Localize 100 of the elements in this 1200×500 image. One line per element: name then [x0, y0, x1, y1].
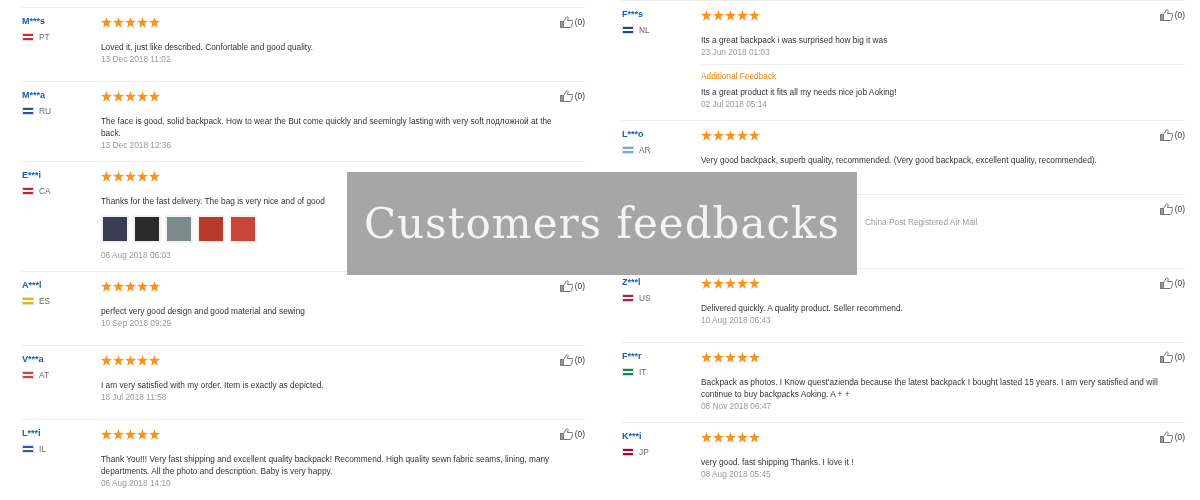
thumbs-up-icon[interactable] — [559, 428, 573, 440]
country-code: AR — [639, 145, 651, 155]
reviewer-name[interactable]: L***i — [22, 428, 101, 442]
reviewer-name[interactable]: L***o — [622, 129, 701, 143]
review-date: 13 Dec 2018 12:36 — [101, 139, 173, 152]
star-icon — [725, 431, 736, 443]
star-icon — [737, 351, 748, 363]
star-icon — [125, 90, 136, 102]
star-icon — [137, 170, 148, 182]
star-icon — [101, 354, 112, 366]
star-icon — [737, 9, 748, 21]
review-date: 13 Dec 2018 11:02 — [101, 53, 172, 66]
reviewer-name[interactable]: E***i — [22, 170, 101, 184]
country-code: IT — [639, 367, 647, 377]
star-icon — [125, 170, 136, 182]
review-date: 23 Jun 2018 01:03 — [701, 46, 771, 59]
star-icon — [749, 129, 760, 141]
star-icon — [713, 9, 724, 21]
additional-feedback-label: Additional Feedback — [701, 70, 778, 83]
star-icon — [737, 431, 748, 443]
like-count: (0) — [574, 17, 585, 27]
star-icon — [101, 16, 112, 28]
reviewer-name[interactable]: F***s — [622, 9, 701, 23]
like-count: (0) — [1174, 352, 1185, 362]
star-icon — [749, 9, 760, 21]
logistics-value: China Post Registered Air Mail — [864, 217, 979, 227]
star-icon — [149, 280, 160, 292]
star-icon — [701, 351, 712, 363]
like-count: (0) — [574, 429, 585, 439]
reviewer-name[interactable]: V***a — [22, 354, 101, 368]
star-icon — [137, 428, 148, 440]
like-count: (0) — [1174, 130, 1185, 140]
country-code: JP — [639, 447, 649, 457]
thumbs-up-icon[interactable] — [1159, 277, 1173, 289]
banner-title: Customers feedbacks — [347, 172, 857, 275]
star-icon — [113, 354, 124, 366]
star-icon — [113, 170, 124, 182]
star-icon — [149, 170, 160, 182]
thumbs-up-icon[interactable] — [559, 354, 573, 366]
star-icon — [149, 428, 160, 440]
thumbs-up-icon[interactable] — [1159, 431, 1173, 443]
star-icon — [713, 431, 724, 443]
reviewer-name[interactable]: F***r — [622, 351, 701, 365]
like-count: (0) — [1174, 10, 1185, 20]
thumbs-up-icon[interactable] — [559, 90, 573, 102]
star-icon — [101, 428, 112, 440]
reviewer-name[interactable]: A***l — [22, 280, 101, 294]
review-text: I am very satisfied with my order. Item is exactly as depicted. — [101, 379, 325, 391]
country-code: RU — [39, 106, 51, 116]
reviewer-name[interactable]: K***i — [622, 431, 701, 445]
like-count: (0) — [574, 281, 585, 291]
review-text: perfect very good design and good material and sewing — [101, 305, 306, 317]
thumbs-up-icon[interactable] — [1159, 203, 1173, 215]
star-icon — [137, 90, 148, 102]
country-code: CA — [39, 186, 51, 196]
star-icon — [749, 277, 760, 289]
review-date: 10 Sep 2018 09:29 — [101, 317, 173, 330]
star-icon — [113, 428, 124, 440]
star-icon — [125, 428, 136, 440]
star-icon — [137, 16, 148, 28]
star-icon — [101, 280, 112, 292]
star-icon — [149, 16, 160, 28]
star-icon — [113, 90, 124, 102]
star-icon — [701, 129, 712, 141]
review-text: Loved it, just like described. Confortable and good quality. — [101, 41, 314, 53]
review-text: The face is good, solid backpack. How to wear the But come quickly and seemingly lasting with very soft подложной at the back. — [101, 115, 553, 139]
review-text: Thanks for the fast delivery. The bag is very nice and of good — [101, 195, 326, 207]
star-icon — [101, 90, 112, 102]
country-code: NL — [639, 25, 650, 35]
photo-placeholder[interactable] — [101, 215, 129, 243]
review-text: very good. fast shipping Thanks. I love it ! — [701, 456, 855, 468]
star-icon — [125, 16, 136, 28]
reviewer-name[interactable]: M***a — [22, 90, 101, 104]
review-date: 08 Nov 2018 06:47 — [701, 400, 773, 413]
photo-placeholder[interactable] — [133, 215, 161, 243]
thumbs-up-icon[interactable] — [559, 280, 573, 292]
star-icon — [149, 354, 160, 366]
reviewer-name[interactable]: Z***l — [622, 277, 701, 291]
thumbs-up-icon[interactable] — [1159, 351, 1173, 363]
star-icon — [101, 170, 112, 182]
thumbs-up-icon[interactable] — [1159, 129, 1173, 141]
star-icon — [749, 431, 760, 443]
review-text: Thank You!!! Very fast shipping and excellent quality backpack! Recommend. High quality sewn fabric seams, lining, many departments. All the photo and description. Baby is very happy. — [101, 453, 551, 477]
country-code: IL — [39, 444, 46, 454]
star-icon — [113, 280, 124, 292]
like-count: (0) — [574, 355, 585, 365]
star-icon — [137, 354, 148, 366]
country-code: ES — [39, 296, 51, 306]
star-icon — [137, 280, 148, 292]
star-icon — [725, 9, 736, 21]
star-icon — [701, 431, 712, 443]
star-icon — [701, 277, 712, 289]
review-text: Very good backpack, superb quality, recommended. (Very good backpack, excellent quality, recommended). — [701, 154, 1098, 166]
thumbs-up-icon[interactable] — [559, 16, 573, 28]
reviewer-name[interactable]: M***s — [22, 16, 101, 30]
star-icon — [701, 9, 712, 21]
star-icon — [125, 280, 136, 292]
thumbs-up-icon[interactable] — [1159, 9, 1173, 21]
like-count: (0) — [1174, 278, 1185, 288]
review-date: 18 Jul 2018 11:58 — [101, 391, 168, 404]
